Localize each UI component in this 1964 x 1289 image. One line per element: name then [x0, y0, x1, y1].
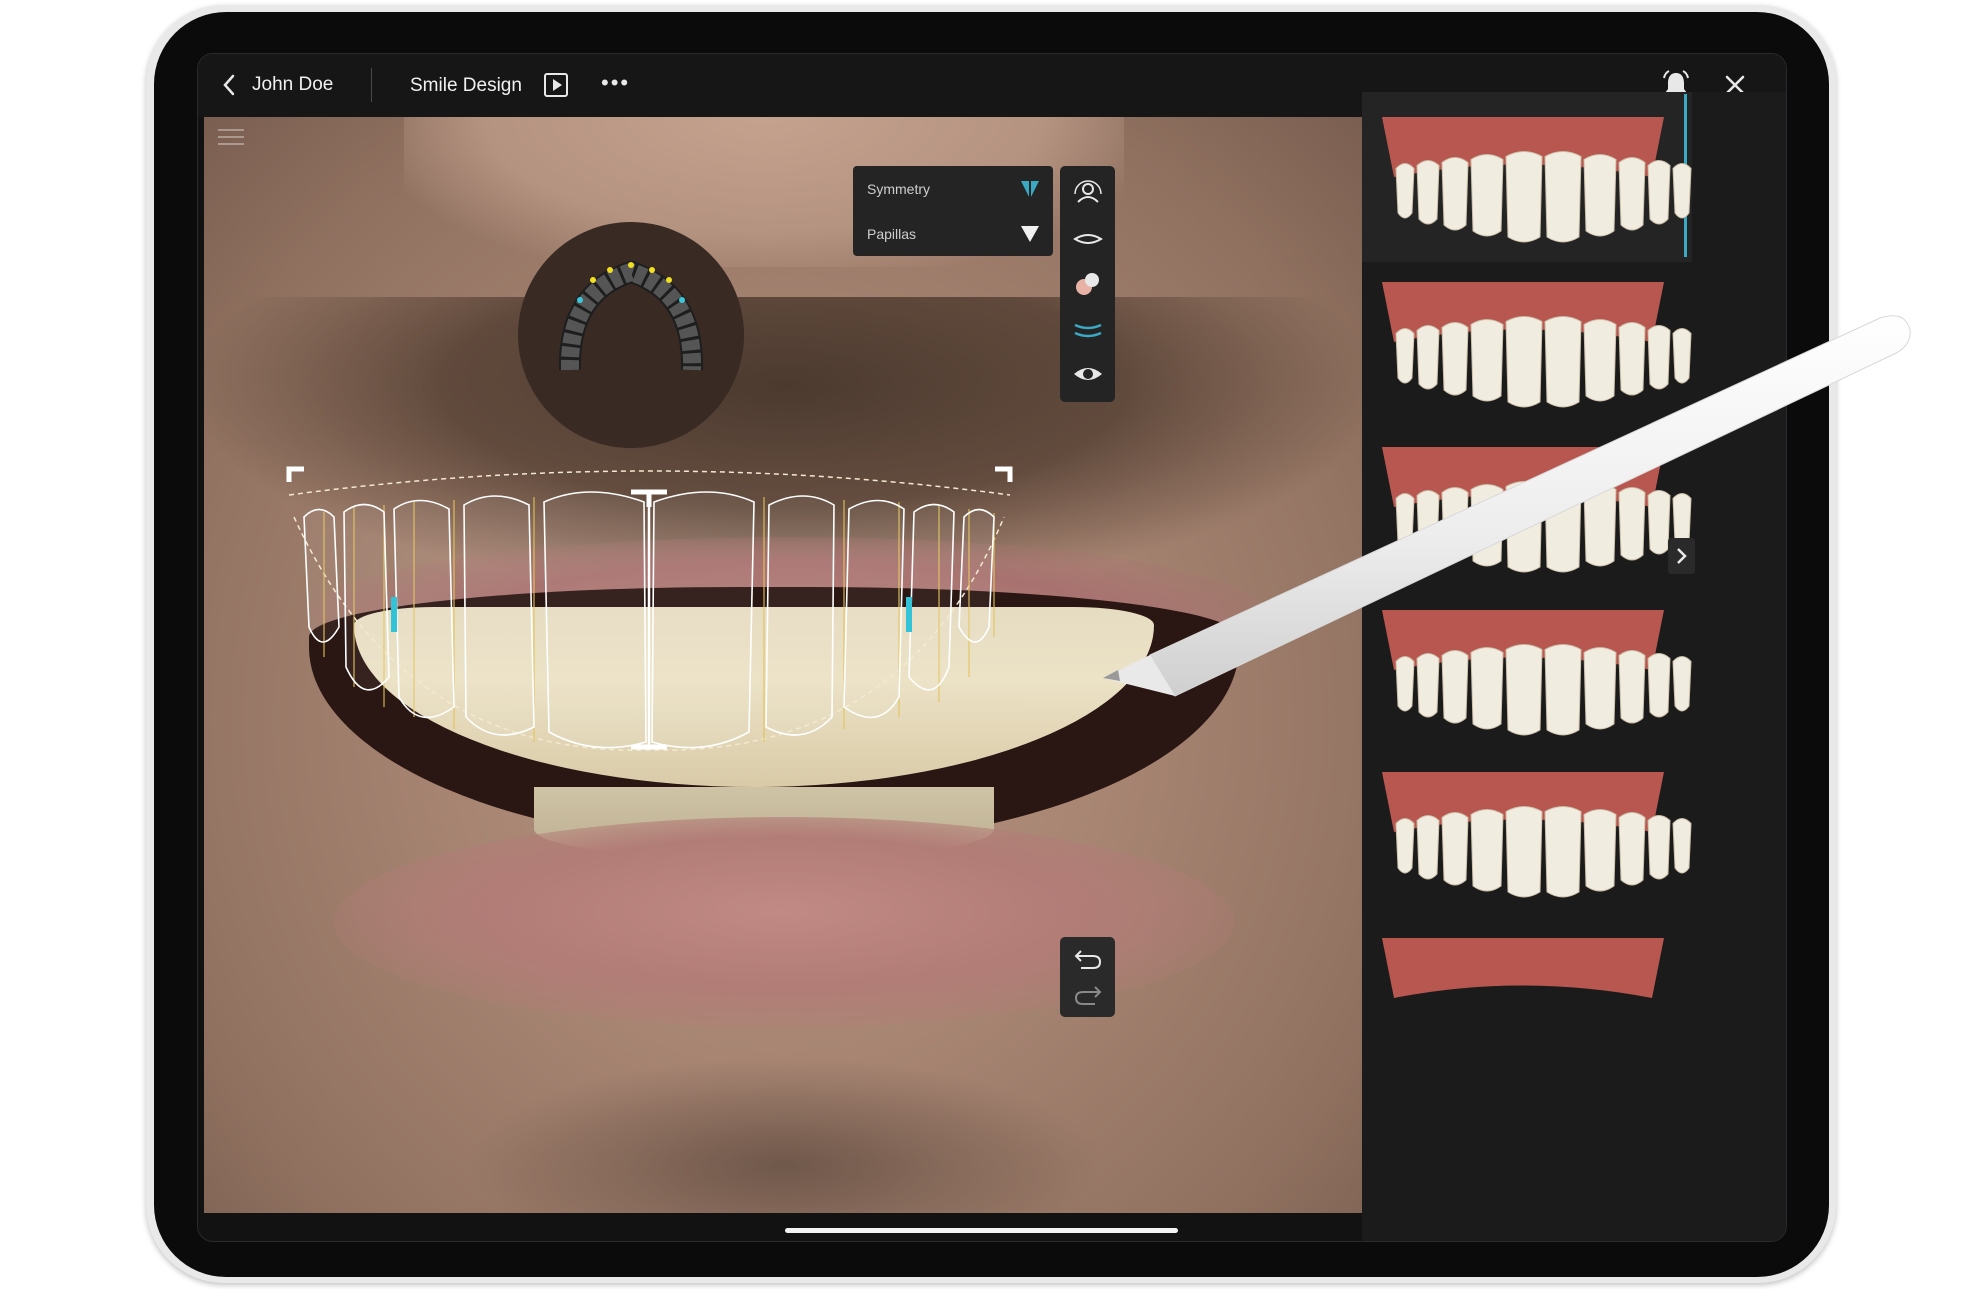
- template-thumbnails: [1382, 117, 1692, 998]
- guides-panel: Symmetry Papillas: [853, 166, 1053, 256]
- more-options-icon[interactable]: •••: [601, 72, 630, 94]
- smile-template-thumbnail[interactable]: [1382, 772, 1692, 898]
- app-screen: John Doe Smile Design ••• Symmetry Papil…: [197, 53, 1787, 1242]
- triangle-down-icon: [1021, 226, 1039, 242]
- smile-design-overlay[interactable]: [204, 117, 1362, 1213]
- width-handle-right[interactable]: [906, 597, 912, 632]
- papillas-toggle[interactable]: Papillas: [853, 211, 1053, 256]
- papillas-label: Papillas: [867, 225, 917, 242]
- home-indicator: [785, 1228, 1178, 1233]
- divider: [371, 68, 372, 102]
- lip-line-icon[interactable]: [1070, 221, 1106, 257]
- symmetry-icon: [1021, 181, 1039, 197]
- dental-arch-icon: [558, 260, 704, 371]
- page-title: Smile Design: [410, 75, 522, 96]
- smile-curve-icon[interactable]: [1070, 311, 1106, 347]
- tools-panel: [1060, 166, 1115, 402]
- smile-template-thumbnail[interactable]: [1382, 282, 1692, 408]
- chevron-right-icon: [1677, 548, 1687, 564]
- smile-template-thumbnail[interactable]: [1382, 447, 1692, 573]
- next-page-button[interactable]: [1668, 538, 1695, 574]
- frame-corner-right[interactable]: [995, 466, 1013, 482]
- smile-template-thumbnail[interactable]: [1382, 117, 1692, 243]
- back-button[interactable]: John Doe: [220, 72, 333, 98]
- redo-icon[interactable]: [1071, 979, 1105, 1011]
- smile-canvas[interactable]: Symmetry Papillas: [204, 117, 1362, 1213]
- smile-template-gallery: [1362, 92, 1786, 1241]
- play-icon[interactable]: [544, 73, 568, 97]
- smile-template-thumbnail[interactable]: [1382, 610, 1692, 736]
- width-handle-left[interactable]: [391, 597, 397, 632]
- symmetry-toggle[interactable]: Symmetry: [853, 166, 1053, 211]
- history-panel: [1060, 937, 1115, 1017]
- smile-template-thumbnail[interactable]: [1382, 938, 1664, 998]
- arch-preview[interactable]: [518, 222, 744, 448]
- undo-icon[interactable]: [1071, 943, 1105, 975]
- color-shade-icon[interactable]: [1070, 266, 1106, 302]
- visibility-icon[interactable]: [1070, 356, 1106, 392]
- frame-corner-left[interactable]: [286, 466, 304, 482]
- chevron-left-icon: [223, 74, 235, 96]
- symmetry-label: Symmetry: [867, 180, 930, 197]
- face-reference-icon[interactable]: [1070, 176, 1106, 212]
- patient-name: John Doe: [252, 74, 334, 95]
